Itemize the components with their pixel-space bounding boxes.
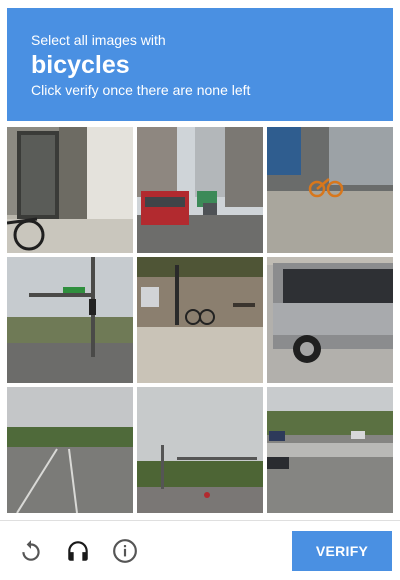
challenge-footer: VERIFY: [0, 521, 400, 580]
image-tile-6[interactable]: [267, 257, 393, 383]
instruction-text: Select all images with: [31, 32, 166, 48]
image-tile-2[interactable]: [137, 127, 263, 253]
instruction-subtext: Click verify once there are none left: [31, 82, 251, 98]
image-tile-9[interactable]: [267, 387, 393, 513]
tile-8-image: [137, 387, 263, 513]
tile-1-image: [7, 127, 133, 253]
tile-7-image: [7, 387, 133, 513]
image-tile-1[interactable]: [7, 127, 133, 253]
image-tile-4[interactable]: [7, 257, 133, 383]
verify-button[interactable]: VERIFY: [292, 531, 392, 571]
image-tile-3[interactable]: [267, 127, 393, 253]
image-grid: [7, 127, 393, 513]
tile-5-image: [137, 257, 263, 383]
headphones-icon[interactable]: [65, 538, 91, 564]
challenge-header: Select all images with bicycles Click ve…: [7, 8, 393, 121]
tile-6-image: [267, 257, 393, 383]
tile-9-image: [267, 387, 393, 513]
image-tile-7[interactable]: [7, 387, 133, 513]
tile-4-image: [7, 257, 133, 383]
reload-icon[interactable]: [18, 538, 44, 564]
tile-2-image: [137, 127, 263, 253]
target-object-label: bicycles: [31, 51, 130, 79]
image-tile-5[interactable]: [137, 257, 263, 383]
image-tile-8[interactable]: [137, 387, 263, 513]
tile-3-image: [267, 127, 393, 253]
info-icon[interactable]: [112, 538, 138, 564]
